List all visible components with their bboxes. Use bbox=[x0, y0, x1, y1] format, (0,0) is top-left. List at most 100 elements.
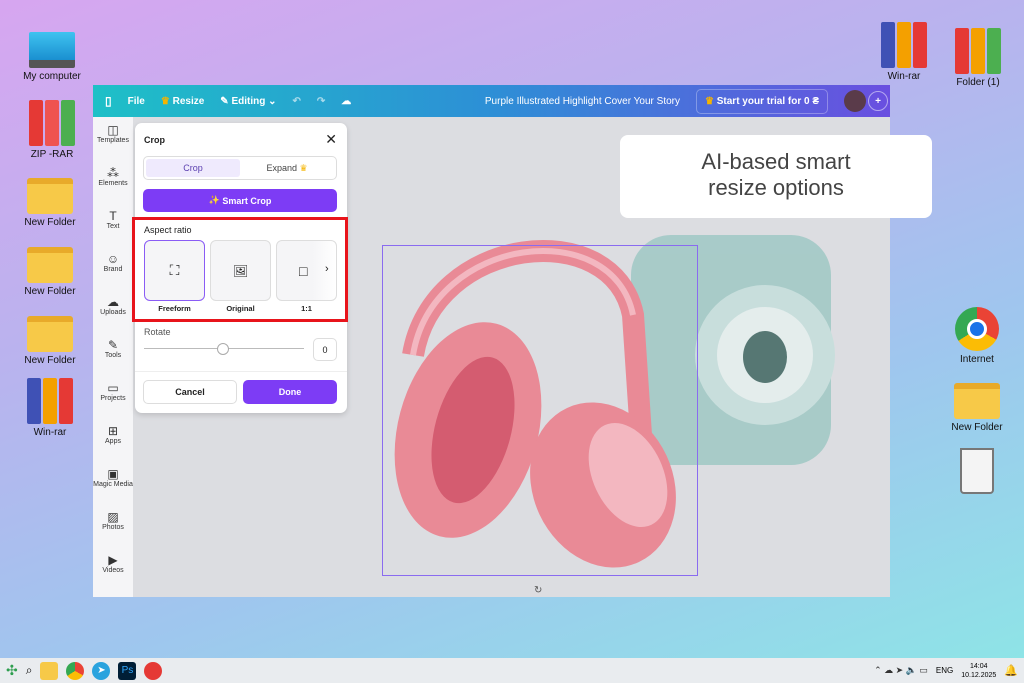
label: Expand bbox=[266, 163, 297, 173]
undo-icon[interactable]: ↶ bbox=[293, 96, 301, 107]
folder-icon bbox=[27, 247, 73, 283]
brand-icon: ☺ bbox=[106, 252, 120, 266]
monitor-icon bbox=[29, 32, 75, 68]
label: Apps bbox=[105, 438, 121, 445]
search-icon[interactable]: ⌕ bbox=[26, 663, 33, 678]
desktop-icon-new-folder[interactable]: New Folder bbox=[942, 375, 1012, 433]
sidebar-item-templates[interactable]: ◫ Templates bbox=[93, 117, 133, 160]
ratio-original[interactable]: 🖼 bbox=[210, 240, 271, 301]
resize-menu[interactable]: ♛ Resize bbox=[161, 96, 204, 107]
start-trial-button[interactable]: ♛ Start your trial for 0 ₴ bbox=[696, 88, 828, 114]
desktop-icon-win-rar[interactable]: Win-rar bbox=[869, 22, 939, 82]
desktop-icon-new-folder[interactable]: New Folder bbox=[15, 308, 85, 366]
annotation-callout: AI-based smart resize options bbox=[620, 135, 932, 218]
folder-icon bbox=[954, 383, 1000, 419]
notification-bell-icon[interactable]: 🔔 bbox=[1004, 664, 1018, 677]
label: New Folder bbox=[951, 422, 1003, 433]
square-icon: □ bbox=[299, 262, 308, 279]
desktop-icon-new-folder[interactable]: New Folder bbox=[15, 239, 85, 297]
divider bbox=[135, 371, 347, 372]
tab-expand[interactable]: Expand ♛ bbox=[240, 159, 334, 177]
rotate-handle[interactable]: ↻ bbox=[534, 585, 542, 596]
crop-mode-tabs: Crop Expand ♛ bbox=[143, 156, 337, 180]
telegram-icon[interactable]: ➤ bbox=[92, 661, 111, 680]
file-explorer-icon[interactable] bbox=[40, 661, 59, 680]
folder-icon: ▭ bbox=[107, 381, 119, 395]
start-icon[interactable]: ✣ bbox=[6, 662, 18, 679]
language-indicator[interactable]: ENG bbox=[936, 666, 953, 675]
sidebar-item-videos[interactable]: ▶ Videos bbox=[93, 547, 133, 590]
clock[interactable]: 14:04 10.12.2025 bbox=[961, 662, 996, 680]
label: Folder (1) bbox=[956, 77, 1000, 88]
desktop-icon-win-rar[interactable]: Win-rar bbox=[15, 378, 85, 438]
close-icon[interactable]: ✕ bbox=[325, 131, 337, 148]
apps-icon: ⊞ bbox=[107, 424, 119, 438]
label: Templates bbox=[97, 137, 129, 144]
label: New Folder bbox=[24, 286, 76, 297]
rotate-slider-thumb[interactable] bbox=[217, 343, 229, 355]
redo-icon[interactable]: ↷ bbox=[317, 96, 325, 107]
tools-icon: ✎ bbox=[107, 338, 119, 352]
desktop-icon-zip-rar[interactable]: ZIP -RAR bbox=[17, 100, 87, 160]
design-title[interactable]: Purple Illustrated Highlight Cover Your … bbox=[485, 96, 680, 107]
rotate-value-input[interactable]: 0 bbox=[313, 338, 337, 361]
rar-icon bbox=[29, 100, 75, 146]
label: Elements bbox=[98, 180, 128, 187]
sidebar-toggle-icon[interactable]: ▯ bbox=[105, 94, 112, 108]
sidebar-item-text[interactable]: T Text bbox=[93, 203, 133, 246]
smart-crop-button[interactable]: ✨ Smart Crop bbox=[143, 189, 337, 212]
freeform-icon: ⛶ bbox=[169, 262, 180, 278]
label: Videos bbox=[102, 567, 124, 574]
templates-icon: ◫ bbox=[107, 123, 119, 137]
rotate-label: Rotate bbox=[144, 327, 171, 337]
label: New Folder bbox=[24, 217, 76, 228]
label: Magic Media bbox=[93, 481, 133, 488]
video-icon: ▶ bbox=[108, 553, 118, 567]
label: Win-rar bbox=[887, 71, 921, 82]
sidebar-item-apps[interactable]: ⊞ Apps bbox=[93, 418, 133, 461]
magic-wand-icon: ✨ bbox=[208, 195, 220, 205]
cancel-button[interactable]: Cancel bbox=[143, 380, 237, 404]
callout-text: AI-based smart bbox=[701, 149, 851, 174]
label: Editing bbox=[231, 95, 266, 107]
callout-text: resize options bbox=[708, 175, 844, 200]
crown-icon: ♛ bbox=[160, 95, 170, 107]
aspect-ratio-label: Aspect ratio bbox=[144, 225, 192, 235]
selection-box[interactable] bbox=[382, 245, 698, 576]
sidebar-item-uploads[interactable]: ☁ Uploads bbox=[93, 289, 133, 332]
recycle-bin[interactable] bbox=[942, 448, 1012, 497]
cloud-save-icon[interactable]: ☁ bbox=[341, 96, 351, 107]
ratio-freeform[interactable]: ⛶ bbox=[144, 240, 205, 301]
editing-menu[interactable]: ✎ Editing ⌄ bbox=[220, 96, 276, 107]
tab-crop[interactable]: Crop bbox=[146, 159, 240, 177]
avatar[interactable] bbox=[844, 90, 866, 112]
crown-icon: ♛ bbox=[299, 162, 308, 173]
add-collaborator-icon[interactable]: + bbox=[868, 91, 888, 111]
done-button[interactable]: Done bbox=[243, 380, 337, 404]
ratio-label: Original bbox=[226, 304, 255, 313]
crop-panel: Crop ✕ Crop Expand ♛ ✨ Smart Crop Aspect… bbox=[132, 123, 348, 413]
photoshop-icon[interactable]: Ps bbox=[118, 661, 137, 680]
desktop-icon-folder-1[interactable]: Folder (1) bbox=[943, 28, 1013, 88]
label: Tools bbox=[104, 352, 122, 359]
tray-icons[interactable]: ⌃ ☁ ➤ 🔈 ▭ bbox=[874, 665, 928, 676]
crown-icon: ♛ bbox=[705, 95, 714, 107]
sidebar-item-tools[interactable]: ✎ Tools bbox=[93, 332, 133, 375]
photo-icon: ▨ bbox=[107, 510, 119, 524]
sidebar-item-photos[interactable]: ▨ Photos bbox=[93, 504, 133, 547]
label: Smart Crop bbox=[222, 195, 272, 206]
app-icon[interactable] bbox=[144, 661, 163, 680]
scroll-right-icon[interactable]: › bbox=[325, 263, 329, 275]
sidebar-item-magic-media[interactable]: ▣ Magic Media bbox=[93, 461, 133, 504]
sidebar-item-elements[interactable]: ⁂ Elements bbox=[93, 160, 133, 203]
top-toolbar: ▯ File ♛ Resize ✎ Editing ⌄ ↶ ↷ ☁ Purple… bbox=[93, 85, 890, 117]
desktop-icon-internet[interactable]: Internet bbox=[942, 307, 1012, 365]
desktop-icon-my-computer[interactable]: My computer bbox=[17, 30, 87, 82]
label: ZIP -RAR bbox=[30, 149, 74, 160]
file-menu[interactable]: File bbox=[128, 96, 145, 107]
sidebar-item-projects[interactable]: ▭ Projects bbox=[93, 375, 133, 418]
chrome-icon[interactable] bbox=[66, 661, 85, 680]
taskbar: ✣ ⌕ ➤ Ps ⌃ ☁ ➤ 🔈 ▭ ENG 14:04 10.12.2025 🔔 bbox=[0, 658, 1024, 683]
desktop-icon-new-folder[interactable]: New Folder bbox=[15, 170, 85, 228]
sidebar-item-brand[interactable]: ☺ Brand bbox=[93, 246, 133, 289]
